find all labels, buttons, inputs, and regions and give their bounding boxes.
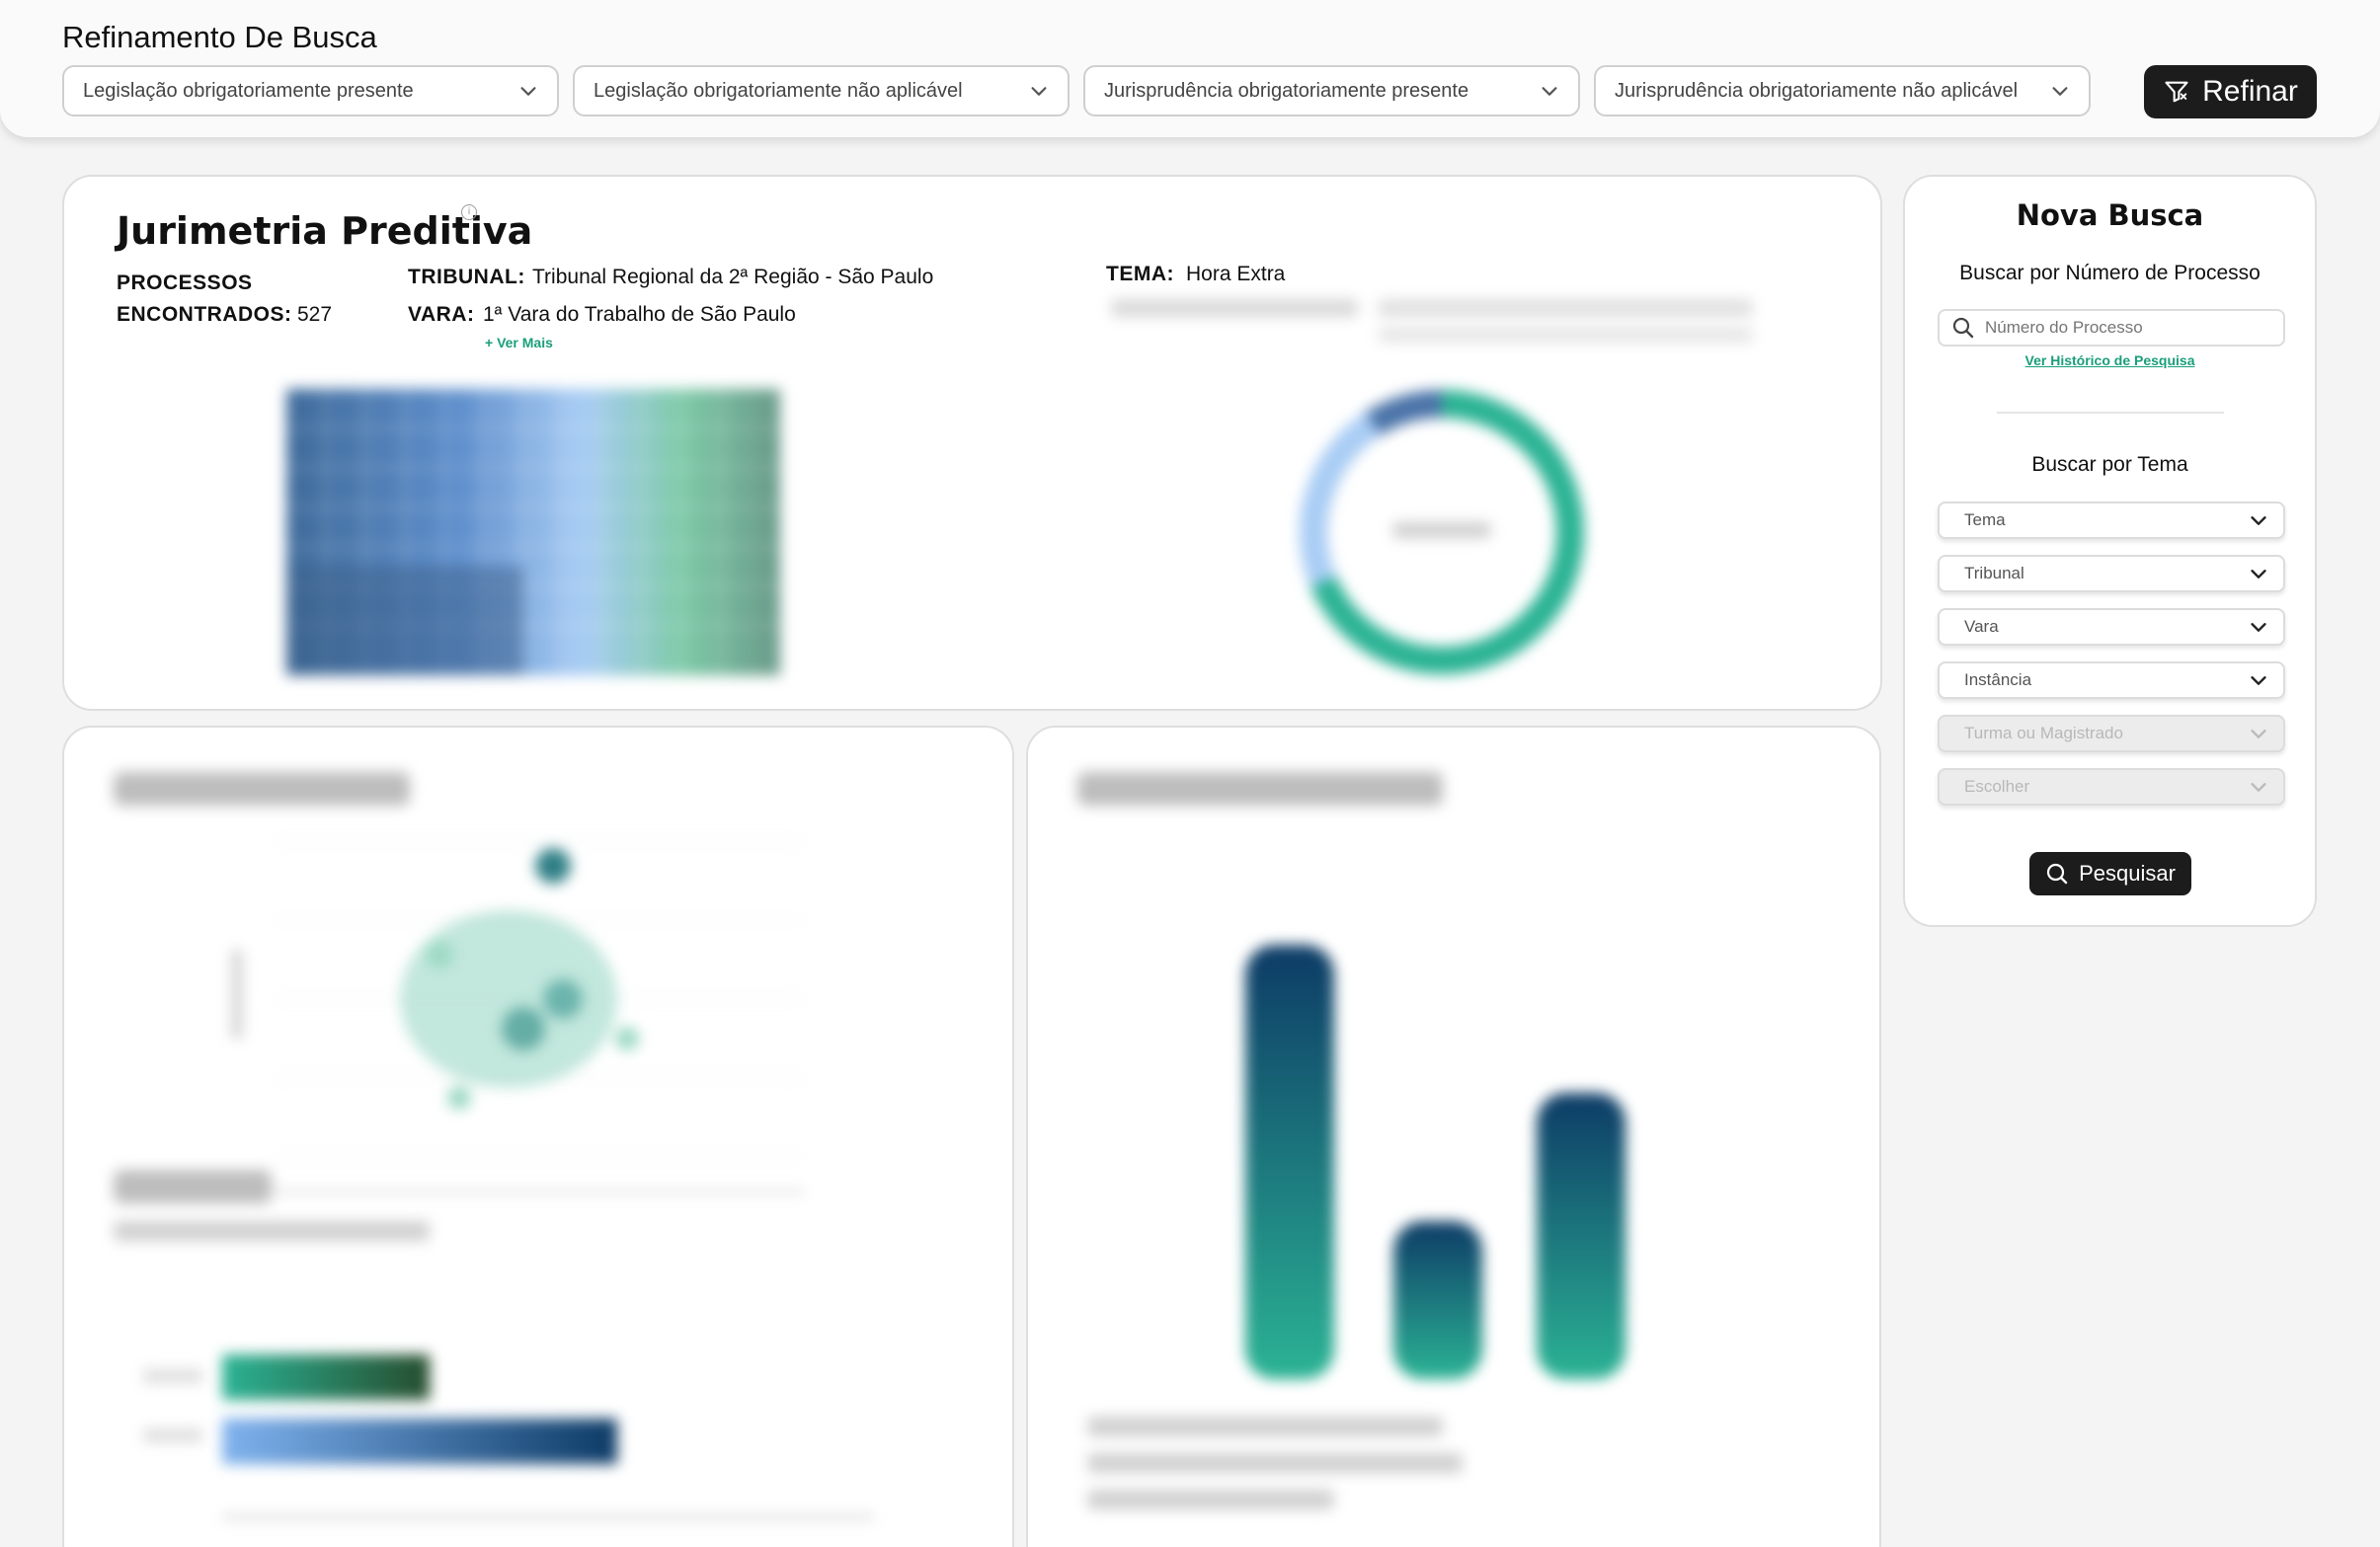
blurred-title	[1077, 772, 1443, 806]
tribunal-value: Tribunal Regional da 2ª Região - São Pau…	[532, 266, 934, 288]
tribunal-select[interactable]: Tribunal	[1938, 555, 2285, 592]
turma-magistrado-select[interactable]: Turma ou Magistrado	[1938, 715, 2285, 752]
blurred-title	[114, 772, 410, 806]
chevron-down-icon	[2052, 87, 2068, 96]
select-label: Tema	[1964, 510, 2006, 529]
blurred-scatter-chart	[232, 840, 805, 1194]
blurred-bar-chart	[1245, 945, 1626, 1379]
escolher-select[interactable]: Escolher	[1938, 768, 2285, 806]
select-label: Instância	[1964, 670, 2032, 689]
refine-button[interactable]: Refinar	[2144, 65, 2317, 118]
filter-label: Jurisprudência obrigatoriamente não apli…	[1615, 79, 2019, 102]
tema-label: TEMA:	[1106, 263, 1174, 285]
tema-value: Hora Extra	[1186, 263, 1286, 285]
vara-select[interactable]: Vara	[1938, 608, 2285, 646]
search-by-number-label: Buscar por Número de Processo	[1959, 262, 2261, 284]
chevron-down-icon	[2251, 570, 2266, 579]
chevron-down-icon	[2251, 730, 2266, 738]
ver-mais-link[interactable]: + Ver Mais	[485, 335, 553, 350]
filter-jurisprudencia-presente[interactable]: Jurisprudência obrigatoriamente presente	[1083, 65, 1580, 116]
refinement-title: Refinamento De Busca	[62, 20, 377, 54]
chevron-down-icon	[2251, 623, 2266, 632]
filter-label: Legislação obrigatoriamente presente	[83, 79, 414, 102]
chevron-down-icon	[1031, 87, 1047, 96]
filter-jurisprudencia-nao-aplicavel[interactable]: Jurisprudência obrigatoriamente não apli…	[1594, 65, 2091, 116]
vara-value: 1ª Vara do Trabalho de São Paulo	[483, 303, 796, 326]
select-label: Vara	[1964, 617, 1999, 636]
blurred-text	[1378, 327, 1753, 343]
tribunal-label: TRIBUNAL:	[408, 266, 525, 288]
filter-label: Jurisprudência obrigatoriamente presente	[1104, 79, 1469, 102]
search-icon	[2046, 863, 2068, 885]
processos-count: 527	[297, 303, 333, 326]
search-button[interactable]: Pesquisar	[2029, 852, 2191, 895]
vara-label: VARA:	[408, 303, 475, 326]
select-label: Turma ou Magistrado	[1964, 724, 2123, 742]
process-number-field[interactable]	[1938, 309, 2285, 347]
filter-legislacao-nao-aplicavel[interactable]: Legislação obrigatoriamente não aplicáve…	[573, 65, 1070, 116]
blurred-horizontal-bar-chart	[143, 1354, 874, 1520]
nova-busca-panel: Nova Busca Buscar por Número de Processo…	[1903, 175, 2317, 927]
select-label: Escolher	[1964, 777, 2030, 796]
blurred-text	[1378, 299, 1753, 317]
filter-label: Legislação obrigatoriamente não aplicáve…	[594, 79, 963, 102]
chevron-down-icon	[1542, 87, 1557, 96]
chevron-down-icon	[520, 87, 536, 96]
bottom-left-card	[62, 726, 1014, 1547]
search-icon	[1952, 317, 1974, 339]
search-by-theme-label: Buscar por Tema	[2031, 453, 2188, 476]
refinement-bar: Refinamento De Busca Legislação obrigato…	[0, 0, 2380, 137]
blurred-text	[1111, 299, 1358, 317]
bottom-right-card	[1026, 726, 1881, 1547]
blurred-text	[1087, 1417, 1443, 1436]
jurimetria-card: Jurimetria Preditiva i PROCESSOS ENCONTR…	[62, 175, 1882, 711]
info-icon[interactable]: i	[461, 204, 477, 220]
search-history-link[interactable]: Ver Histórico de Pesquisa	[1905, 352, 2315, 368]
filter-icon	[2165, 81, 2188, 103]
blurred-text	[1087, 1453, 1463, 1473]
divider	[1997, 412, 2224, 414]
nova-busca-title: Nova Busca	[2016, 198, 2204, 232]
search-button-label: Pesquisar	[2079, 861, 2176, 886]
processos-label-2: ENCONTRADOS:	[117, 303, 292, 326]
chevron-down-icon	[2251, 783, 2266, 792]
chevron-down-icon	[2251, 676, 2266, 685]
blurred-heatmap	[286, 389, 780, 675]
instancia-select[interactable]: Instância	[1938, 661, 2285, 699]
select-label: Tribunal	[1964, 564, 2024, 582]
blurred-subtitle	[114, 1170, 272, 1203]
chevron-down-icon	[2251, 516, 2266, 525]
processos-label-1: PROCESSOS	[117, 271, 253, 294]
blurred-text	[1087, 1490, 1334, 1509]
process-number-input[interactable]	[1985, 318, 2281, 338]
tema-select[interactable]: Tema	[1938, 502, 2285, 539]
refine-button-label: Refinar	[2202, 75, 2298, 108]
blurred-text	[114, 1221, 430, 1241]
filter-legislacao-presente[interactable]: Legislação obrigatoriamente presente	[62, 65, 559, 116]
blurred-donut-chart	[1299, 390, 1584, 674]
